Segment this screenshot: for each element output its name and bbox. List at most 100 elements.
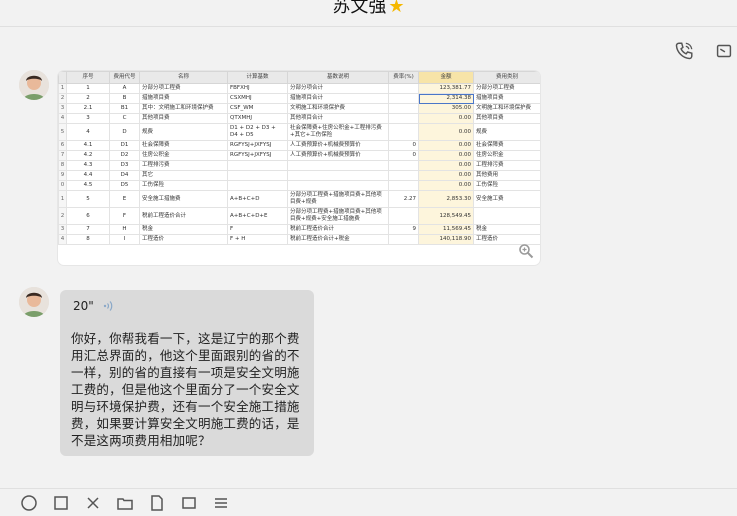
- table-row: 6 4.1 D1 社会保障费 RGFYSJ+JXFYSJ 人工费预算价+机械费预算价 0 0.…: [58, 140, 540, 151]
- video-call-icon[interactable]: [711, 38, 737, 64]
- table-cell: 其它: [139, 170, 228, 181]
- sender-avatar[interactable]: [19, 70, 49, 100]
- row-number: 3: [58, 224, 67, 235]
- row-number: 6: [58, 140, 67, 151]
- table-cell: 0.00: [418, 123, 474, 141]
- table-cell: 5: [66, 190, 110, 208]
- row-number: 5: [58, 123, 67, 141]
- table-cell: F: [109, 207, 140, 225]
- column-header: 基数说明: [287, 71, 389, 84]
- table-cell: 工伤保险: [473, 180, 540, 191]
- table-cell: F: [227, 224, 288, 235]
- table-cell: 3: [66, 113, 110, 124]
- table-cell: E: [109, 190, 140, 208]
- table-cell: 安全施工措施费: [139, 190, 228, 208]
- table-row: 9 4.4 D4 其它 0.00 其他费用: [58, 170, 540, 181]
- table-cell: 123,381.77: [418, 83, 474, 94]
- table-cell: 分部分项工程费+措施项目费+其他项目费+规费: [287, 190, 389, 208]
- chat-title: 苏文强: [332, 0, 387, 17]
- table-cell: 其他项目合计: [287, 113, 389, 124]
- table-cell: 0.00: [418, 150, 474, 161]
- sender-avatar[interactable]: [19, 287, 49, 317]
- table-cell: [388, 93, 419, 104]
- table-row: 2 2 B 措施项目费 CSXMHJ 措施项目合计 2,314.38 措施项目费: [58, 93, 540, 104]
- table-cell: D3: [109, 160, 140, 171]
- table-row: 1 1 A 分部分项工程费 FBFXHJ 分部分项合计 123,381.77 分部分项工程费: [58, 83, 540, 94]
- table-cell: 分部分项合计: [287, 83, 389, 94]
- table-cell: A+B+C+D+E: [227, 207, 288, 225]
- table-row: 4 3 C 其他项目费 QTXMHJ 其他项目合计 0.00 其他项目费: [58, 113, 540, 124]
- table-cell: 0.00: [418, 113, 474, 124]
- row-number: 9: [58, 170, 67, 181]
- table-cell: 0.00: [418, 140, 474, 151]
- table-cell: 8: [66, 234, 110, 245]
- table-cell: 0.00: [418, 180, 474, 191]
- table-row: 3 7 H 税金 F 税前工程造价合计 9 11,569.45 税金: [58, 224, 540, 235]
- file-icon[interactable]: [52, 494, 70, 512]
- voice-call-icon[interactable]: [671, 38, 697, 64]
- voice-duration: 20": [73, 299, 94, 313]
- star-icon[interactable]: ★: [388, 0, 404, 16]
- voice-message-bubble[interactable]: 20" 你好，你帮我看一下，这是辽宁的那个费用汇总界面的，他这个里面跟别的省的不…: [60, 290, 314, 456]
- emoji-icon[interactable]: [20, 494, 38, 512]
- table-cell: H: [109, 224, 140, 235]
- table-cell: 4.2: [66, 150, 110, 161]
- table-cell: B: [109, 93, 140, 104]
- header-toolbar: [671, 38, 737, 64]
- table-cell: 工程排污费: [473, 160, 540, 171]
- table-cell: 分部分项工程费+措施项目费+其他项目费+规费+安全施工措施费: [287, 207, 389, 225]
- table-cell: D1: [109, 140, 140, 151]
- zoom-in-icon[interactable]: [518, 243, 534, 259]
- table-cell: 工程造价: [139, 234, 228, 245]
- table-row: 7 4.2 D2 住房公积金 RGFYSJ+JXFYSJ 人工费预算价+机械费预算价 0 0.…: [58, 150, 540, 161]
- table-row: 8 4.3 D3 工程排污费 0.00 工程排污费: [58, 160, 540, 171]
- voice-message[interactable]: 20": [73, 299, 116, 313]
- table-cell: [388, 234, 419, 245]
- input-toolbar: [20, 494, 230, 512]
- fee-summary-image[interactable]: 序号 费用代号 名称 计算基数 基数说明 费率(%) 金额 费用类别 1 1 A 分部…: [58, 71, 540, 265]
- voice-transcript-text: 你好，你帮我看一下，这是辽宁的那个费用汇总界面的，他这个里面跟别的省的不一样，别…: [71, 331, 300, 448]
- table-cell: 2: [66, 93, 110, 104]
- more-tools-icon[interactable]: [212, 494, 230, 512]
- screenshot-icon[interactable]: [84, 494, 102, 512]
- table-cell: 工程排污费: [139, 160, 228, 171]
- table-cell: D5: [109, 180, 140, 191]
- table-cell: 4.1: [66, 140, 110, 151]
- table-cell: 税金: [473, 224, 540, 235]
- column-header: 金额: [418, 71, 474, 84]
- table-cell: 0: [388, 140, 419, 151]
- table-cell: 4: [66, 123, 110, 141]
- table-cell: 税前工程造价合计: [139, 207, 228, 225]
- column-header: 名称: [139, 71, 228, 84]
- row-number: 2: [58, 93, 67, 104]
- table-cell: 社会保障费+住房公积金+工程排污费+其它+工伤保险: [287, 123, 389, 141]
- column-header: 费率(%): [388, 71, 419, 84]
- table-cell: 措施项目费: [473, 93, 540, 104]
- table-cell: [227, 160, 288, 171]
- table-cell: 人工费预算价+机械费预算价: [287, 150, 389, 161]
- table-cell: CSF_WM: [227, 103, 288, 114]
- column-header: 计算基数: [227, 71, 288, 84]
- table-cell: [388, 83, 419, 94]
- column-header: 序号: [66, 71, 110, 84]
- table-cell: 4.4: [66, 170, 110, 181]
- row-number: 3: [58, 103, 67, 114]
- table-row: 5 4 D 规费 D1 + D2 + D3 + D4 + D5 社会保障费+住房公积金+工…: [58, 123, 540, 141]
- table-cell: 2.1: [66, 103, 110, 114]
- table-cell: 6: [66, 207, 110, 225]
- table-cell: 9: [388, 224, 419, 235]
- table-cell: 4.5: [66, 180, 110, 191]
- table-row: 3 2.1 B1 其中：文明施工和环境保护费 CSF_WM 文明施工和环境保护费 305.0…: [58, 103, 540, 114]
- document-icon[interactable]: [148, 494, 166, 512]
- table-cell: [388, 170, 419, 181]
- table-cell: 文明施工和环境保护费: [287, 103, 389, 114]
- chat-history-icon[interactable]: [180, 494, 198, 512]
- table-cell: 人工费预算价+机械费预算价: [287, 140, 389, 151]
- table-cell: 2,314.38: [418, 93, 474, 104]
- row-number: 4: [58, 234, 67, 245]
- row-number: 1: [58, 83, 67, 94]
- row-number: 7: [58, 150, 67, 161]
- folder-icon[interactable]: [116, 494, 134, 512]
- table-cell: 工伤保险: [139, 180, 228, 191]
- table-cell: 住房公积金: [139, 150, 228, 161]
